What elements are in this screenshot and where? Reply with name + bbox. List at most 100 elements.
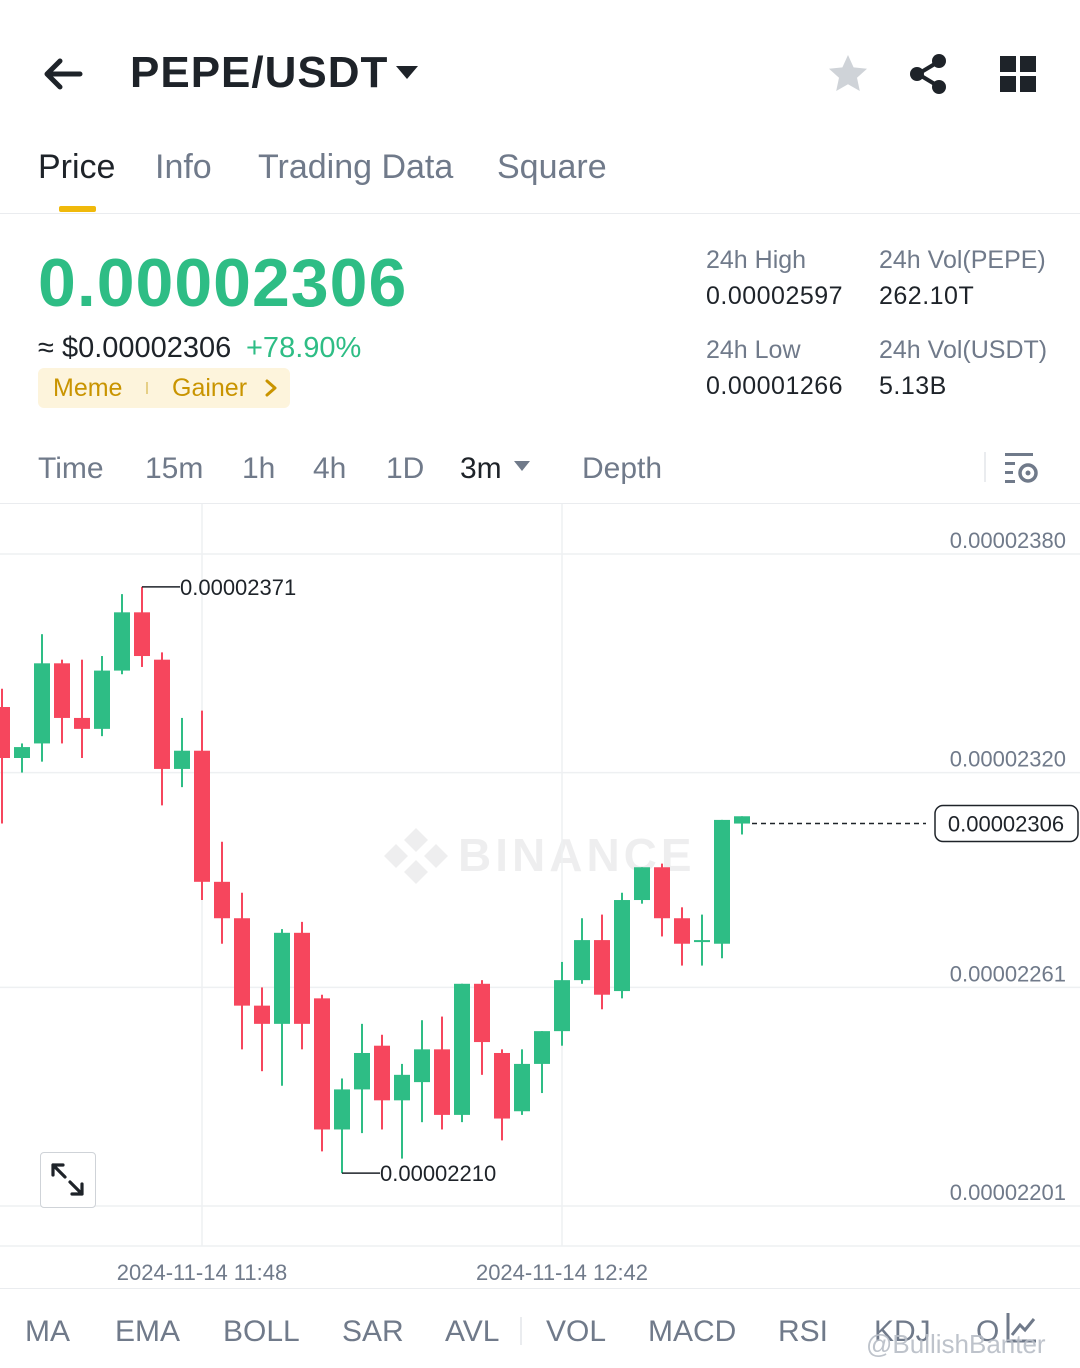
candle-body [634,867,650,901]
vol-quote-label: 24h Vol(USDT) [879,336,1048,364]
expand-icon [51,1163,84,1196]
candle-body [34,663,50,744]
watermark-credit: @BullishBanter [866,1329,1046,1359]
tab-square[interactable]: Square [497,148,607,187]
pair-selector[interactable]: PEPE/USDT [130,48,388,98]
candle-body [74,717,90,729]
candle-body [654,867,670,919]
tab-trading-data[interactable]: Trading Data [258,148,453,187]
caret-down-icon[interactable] [512,458,532,474]
x-tick-label: 2024-11-14 11:48 [117,1260,287,1285]
main-tabs: Price Info Trading Data Square [0,140,1080,214]
layout-grid-button[interactable] [996,52,1040,96]
indicator-sar[interactable]: SAR [342,1315,404,1349]
candle-body [274,932,290,1024]
high-annotation-label: 0.00002371 [180,575,296,600]
token-tags[interactable]: Meme Gainer [38,368,290,408]
active-tab-indicator [59,206,96,212]
indicator-ema[interactable]: EMA [115,1315,180,1349]
current-price-label: 0.00002306 [948,812,1064,837]
candle-body [0,707,10,758]
interval-1d[interactable]: 1D [386,452,424,486]
indicator-ma[interactable]: MA [25,1315,70,1349]
tag-gainer[interactable]: Gainer [172,374,247,403]
x-tick-label: 2024-11-14 12:42 [476,1260,648,1285]
indicator-bar: MA EMA BOLL SAR AVL VOL MACD RSI KDJ O @… [0,1288,1080,1368]
tab-price[interactable]: Price [38,148,115,187]
pair-dropdown-button[interactable] [394,60,420,86]
low-annotation-label: 0.00002210 [380,1161,496,1186]
y-tick-label: 0.00002261 [950,961,1066,986]
top-bar: PEPE/USDT [0,0,1080,140]
candle-body [14,747,30,758]
low-24h-label: 24h Low [706,336,801,364]
candle-body [54,663,70,718]
high-24h-value: 0.00002597 [706,282,844,310]
divider [984,452,986,482]
candle-body [254,1005,270,1024]
y-tick-label: 0.00002320 [950,747,1066,772]
candle-body [414,1049,430,1083]
interval-1h[interactable]: 1h [242,452,275,486]
back-arrow-icon [44,58,83,90]
chevron-right-icon [265,379,277,397]
candle-body [694,940,710,943]
candle-body [454,983,470,1115]
high-24h-label: 24h High [706,246,807,274]
price-change-percent: +78.90% [246,332,362,364]
vol-base-value: 262.10T [879,282,975,310]
interval-3m[interactable]: 3m [460,452,502,486]
candlestick-chart[interactable]: BINANCE 0.00002380 0.00002320 0.00002261 0.… [0,504,1080,1288]
interval-4h[interactable]: 4h [313,452,346,486]
candle-body [514,1063,530,1112]
candle-body [734,816,750,824]
candle-body [534,1031,550,1064]
grid-icon [1000,56,1036,92]
share-button[interactable] [906,52,950,96]
candle-body [294,932,310,1024]
vol-base-label: 24h Vol(PEPE) [879,246,1046,274]
candle-body [614,900,630,992]
candle-body [674,918,690,944]
indicator-macd[interactable]: MACD [648,1315,736,1349]
candle-body [314,998,330,1130]
vol-quote-value: 5.13B [879,372,947,400]
candle-body [374,1045,390,1101]
candle-body [474,983,490,1043]
low-24h-value: 0.00001266 [706,372,844,400]
back-button[interactable] [36,46,92,102]
candle-body [394,1074,410,1101]
candle-body [354,1052,370,1090]
candle-body [134,612,150,657]
candle-body [554,980,570,1032]
candle-body [154,659,170,769]
divider [520,1317,522,1345]
candle-body [594,940,610,995]
interval-time[interactable]: Time [38,452,104,486]
caret-down-icon [396,66,418,79]
last-price: 0.00002306 [38,245,408,321]
candle-body [434,1049,450,1115]
interval-15m[interactable]: 15m [145,452,203,486]
chart-settings-button[interactable] [1002,448,1042,488]
candle-body [494,1052,510,1119]
candle-body [194,750,210,882]
star-icon [829,55,867,91]
favorite-button[interactable] [826,52,870,96]
tab-info[interactable]: Info [155,148,212,187]
candle-body [574,940,590,981]
indicator-avl[interactable]: AVL [445,1315,499,1349]
candle-body [114,612,130,671]
interval-depth[interactable]: Depth [582,452,662,486]
y-tick-label: 0.00002201 [950,1180,1066,1205]
interval-bar: Time 15m 1h 4h 1D 3m Depth [0,436,1080,504]
fullscreen-button[interactable] [40,1152,96,1208]
tag-meme[interactable]: Meme [53,374,122,403]
candle-body [714,819,730,944]
indicator-vol[interactable]: VOL [546,1315,606,1349]
candle-body [174,750,190,769]
indicator-boll[interactable]: BOLL [223,1315,300,1349]
indicator-rsi[interactable]: RSI [778,1315,828,1349]
price-chart-svg[interactable]: 0.00002380 0.00002320 0.00002261 0.00002201… [0,504,1080,1288]
tag-separator [146,382,148,394]
